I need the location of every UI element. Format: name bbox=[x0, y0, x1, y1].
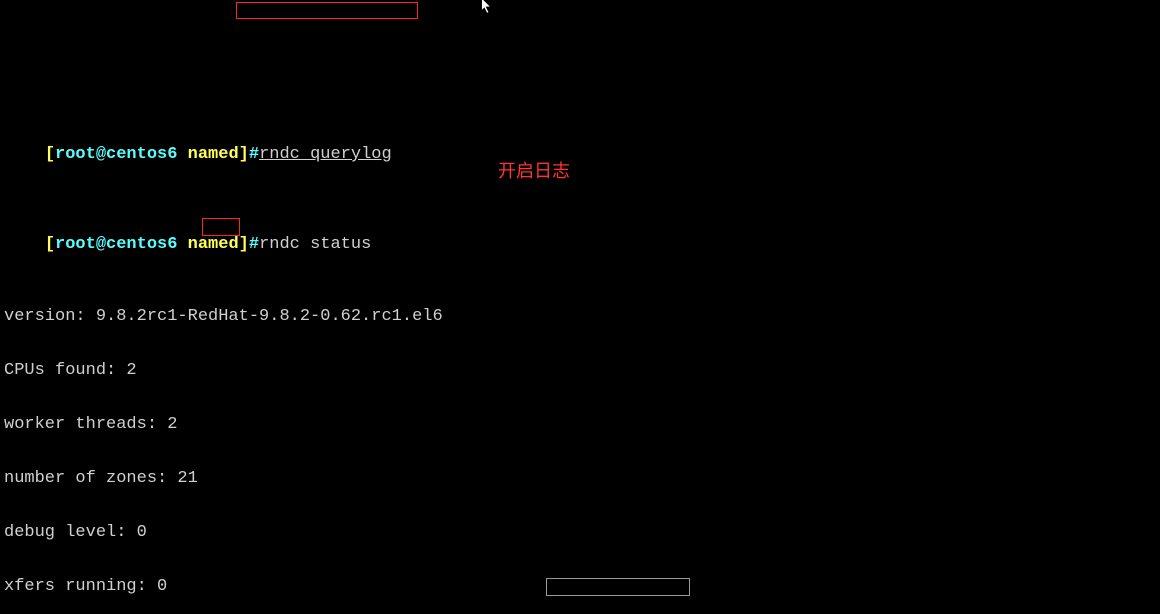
output-line: CPUs found: 2 bbox=[4, 362, 1160, 380]
prompt-userhost: root@centos6 bbox=[55, 145, 177, 164]
prompt-open: [ bbox=[45, 145, 55, 164]
output-line: number of zones: 21 bbox=[4, 470, 1160, 488]
command-text: rndc status bbox=[259, 235, 371, 254]
output-line: xfers running: 0 bbox=[4, 578, 1160, 596]
output-line: version: 9.8.2rc1-RedHat-9.8.2-0.62.rc1.… bbox=[4, 308, 1160, 326]
prompt-dir: named bbox=[188, 145, 239, 164]
mouse-cursor-icon bbox=[480, 0, 494, 14]
output-line: worker threads: 2 bbox=[4, 416, 1160, 434]
terminal-window[interactable]: [root@centos6 named]#rndc querylog [root… bbox=[0, 0, 1160, 614]
prompt-space bbox=[177, 145, 187, 164]
prompt-hash: # bbox=[249, 145, 259, 164]
terminal-line: [root@centos6 named]#rndc querylog bbox=[4, 128, 1160, 146]
prompt-close: ] bbox=[239, 145, 249, 164]
command-text: rndc querylog bbox=[259, 145, 392, 164]
annotation-label: 开启日志 bbox=[498, 162, 570, 180]
terminal-line: [root@centos6 named]#rndc status bbox=[4, 218, 1160, 236]
highlight-box-cmd1 bbox=[236, 2, 418, 19]
output-line: debug level: 0 bbox=[4, 524, 1160, 542]
